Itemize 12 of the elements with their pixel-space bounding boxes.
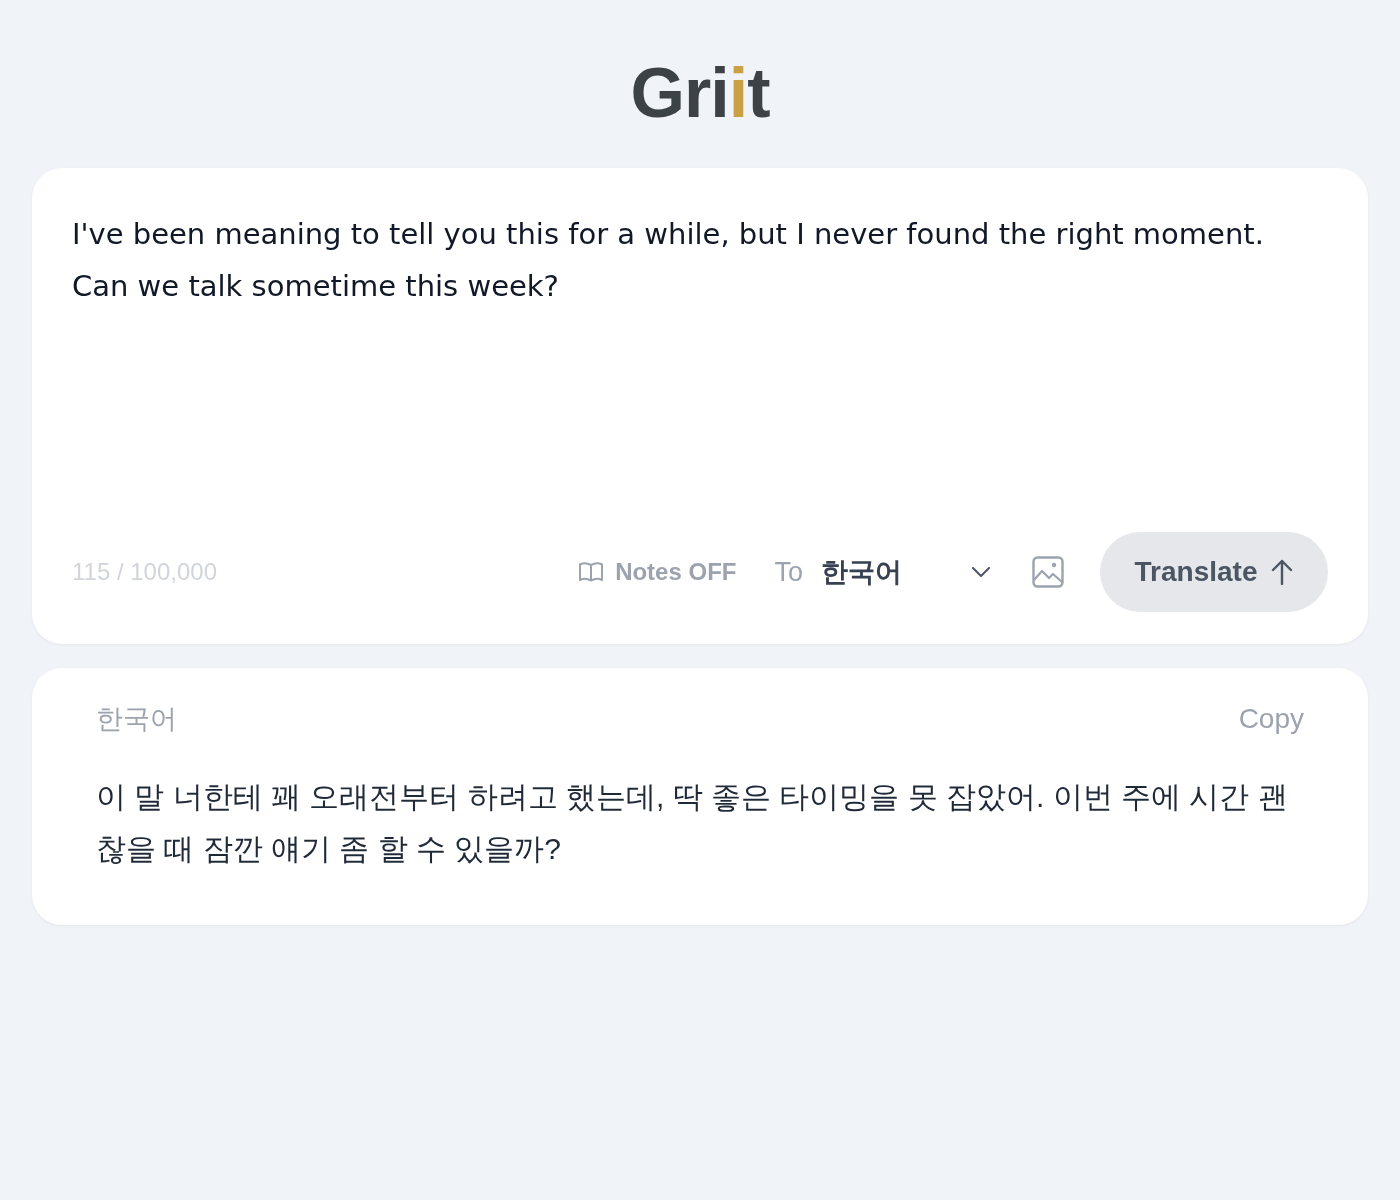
language-select[interactable]: 한국어 <box>821 554 990 590</box>
translate-button[interactable]: Translate <box>1100 532 1328 612</box>
image-icon <box>1032 556 1064 588</box>
logo-wordmark: Griit <box>630 54 770 132</box>
result-language-label: 한국어 <box>96 703 177 736</box>
target-language-label: To <box>774 556 803 588</box>
image-button[interactable] <box>1032 556 1064 588</box>
source-text-field[interactable]: I've been meaning to tell you this for a while, but I never found the right moment. Can we talk sometime this week? <box>72 208 1328 512</box>
arrow-up-icon <box>1271 559 1294 585</box>
chevron-down-icon <box>972 567 990 577</box>
book-icon <box>579 562 604 582</box>
translated-text: 이 말 너한테 꽤 오래전부터 하려고 했는데, 딱 좋은 타이밍을 못 잡았어. 이번 주에 시간 괜찮을 때 잠깐 얘기 좀 할 수 있을까? <box>96 779 1289 867</box>
